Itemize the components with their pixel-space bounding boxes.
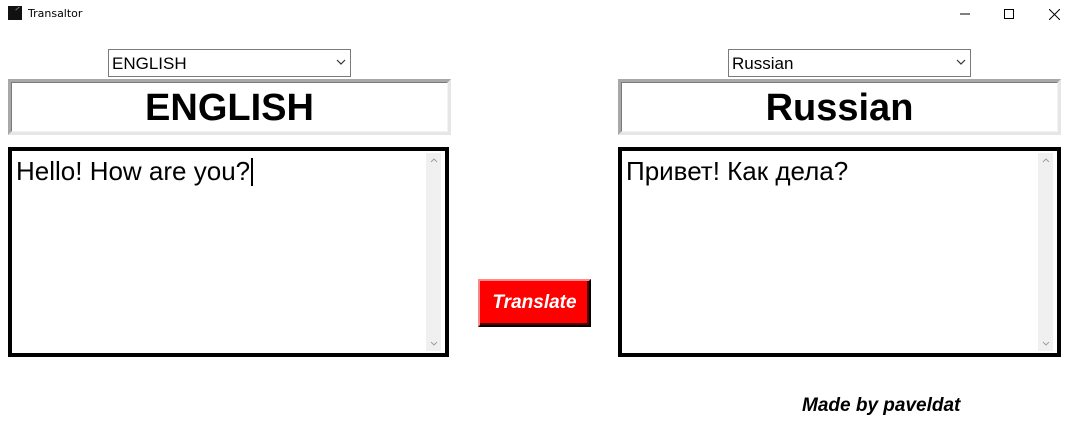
source-scrollbar[interactable] (426, 153, 441, 351)
scroll-up-button[interactable] (1038, 153, 1053, 168)
app-icon (8, 6, 22, 20)
source-language-select-value: ENGLISH (112, 54, 187, 73)
chevron-up-icon (430, 158, 437, 163)
chevron-down-icon (956, 59, 966, 65)
chevron-up-icon (1042, 158, 1049, 163)
target-language-header: Russian (618, 79, 1061, 135)
source-language-label: ENGLISH (145, 87, 314, 129)
target-language-label: Russian (765, 87, 914, 129)
scroll-down-button[interactable] (426, 336, 441, 351)
window-title: Transaltor (28, 7, 83, 20)
text-caret (251, 158, 254, 186)
title-bar[interactable]: Transaltor (0, 0, 1077, 28)
translate-button[interactable]: Translate (478, 279, 591, 327)
target-text-area[interactable]: Привет! Как дела? (618, 147, 1061, 357)
chevron-down-icon (1042, 341, 1049, 346)
source-text: Hello! How are you? (16, 156, 251, 186)
author-credit: Made by paveldat (802, 395, 961, 416)
minimize-button[interactable] (942, 0, 988, 28)
close-icon (1048, 8, 1060, 20)
target-text-content[interactable]: Привет! Как дела? (626, 156, 848, 187)
scroll-up-button[interactable] (426, 153, 441, 168)
target-language-select-value: Russian (732, 54, 794, 73)
translate-button-label: Translate (492, 292, 577, 313)
source-language-header: ENGLISH (8, 79, 451, 135)
source-text-content[interactable]: Hello! How are you? (16, 156, 254, 187)
minimize-icon (960, 13, 970, 15)
close-button[interactable] (1031, 0, 1077, 28)
chevron-down-icon (336, 59, 346, 65)
target-text: Привет! Как дела? (626, 156, 849, 186)
target-language-select[interactable]: Russian (728, 49, 971, 77)
source-language-select[interactable]: ENGLISH (108, 49, 351, 77)
maximize-icon (1004, 9, 1014, 19)
source-text-area[interactable]: Hello! How are you? (8, 147, 449, 357)
scroll-down-button[interactable] (1038, 336, 1053, 351)
target-scrollbar[interactable] (1038, 153, 1053, 351)
maximize-button[interactable] (986, 0, 1032, 28)
chevron-down-icon (430, 341, 437, 346)
